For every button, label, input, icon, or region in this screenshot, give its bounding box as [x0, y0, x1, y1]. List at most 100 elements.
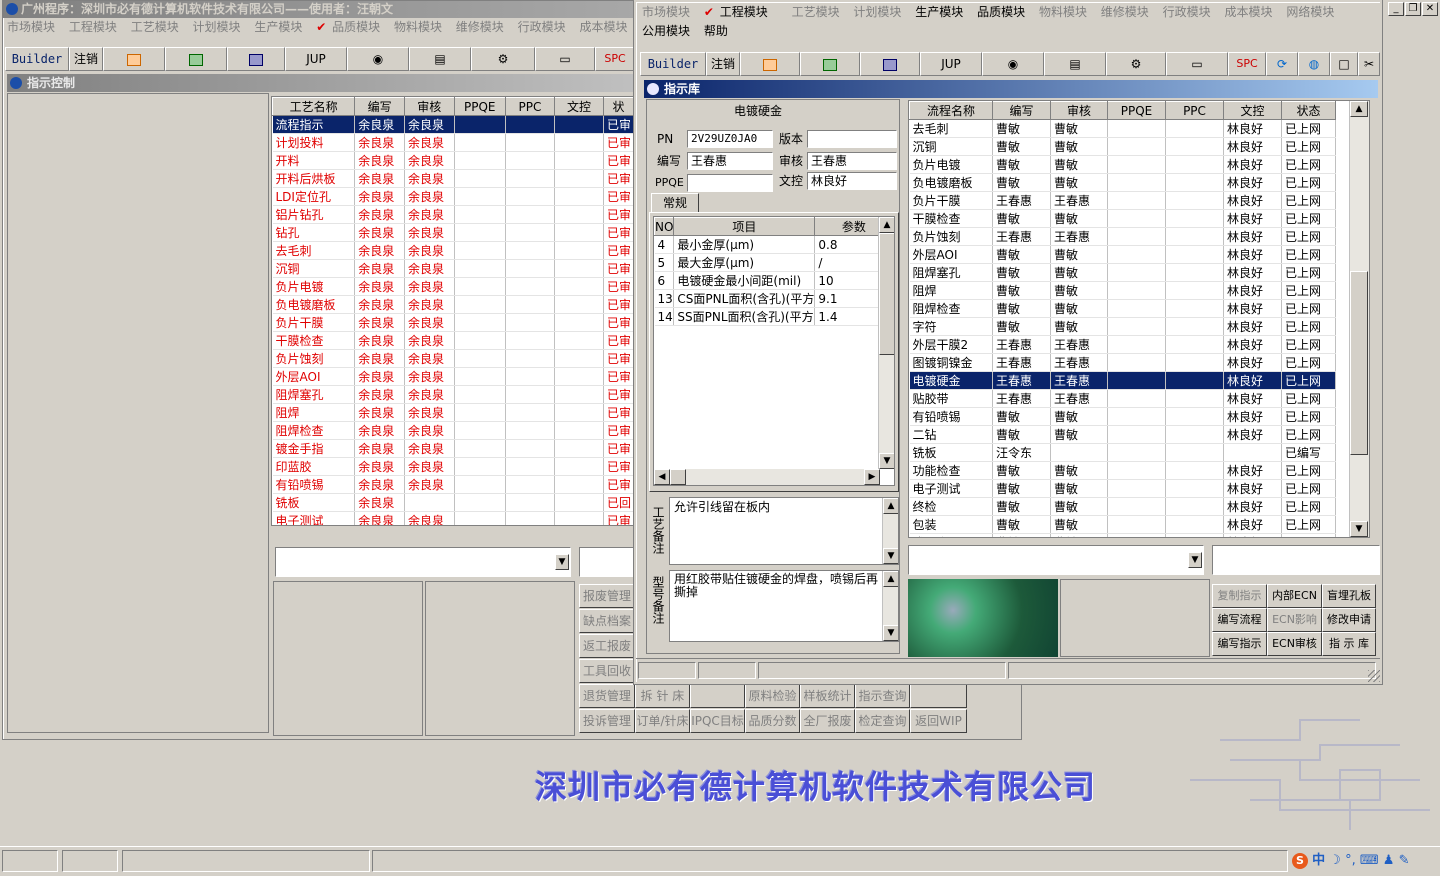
- process-list-row[interactable]: 负电镀磨板 曹敏 曹敏 林良好 已上网: [909, 173, 1336, 192]
- back-bottom-button[interactable]: [910, 684, 967, 708]
- back-grid-row[interactable]: 阻焊检查 余良泉 余良泉 已审: [272, 421, 634, 440]
- front-menu-help[interactable]: 帮助: [704, 24, 728, 38]
- process-list-row[interactable]: 电镀硬金 王春惠 王春惠 林良好 已上网: [909, 371, 1336, 390]
- front-menu-repair[interactable]: 维修模块: [1101, 5, 1149, 19]
- minimize-icon[interactable]: _: [1388, 2, 1404, 16]
- scroll-up-icon[interactable]: ▲: [883, 498, 898, 514]
- front-tools-button[interactable]: ✂: [1358, 52, 1380, 76]
- params-column-header[interactable]: NO: [654, 217, 675, 236]
- front-action-button[interactable]: 修改申请: [1322, 608, 1376, 632]
- back-grid-row[interactable]: 开料 余良泉 余良泉 已审: [272, 151, 634, 170]
- front-action-button[interactable]: 盲埋孔板: [1322, 584, 1376, 608]
- front-action-button[interactable]: 指 示 库: [1322, 632, 1376, 656]
- process-list-row[interactable]: 沉铜 曹敏 曹敏 林良好 已上网: [909, 137, 1336, 156]
- params-row[interactable]: 4 最小金厚(μm) 0.8: [654, 235, 894, 254]
- back-grid-column-header[interactable]: 状: [603, 97, 634, 116]
- punctuation-icon[interactable]: °,: [1345, 853, 1356, 868]
- version-field[interactable]: [807, 130, 897, 148]
- scroll-down-icon[interactable]: ▼: [883, 548, 898, 564]
- back-menu-admin[interactable]: 行政模块: [518, 20, 566, 34]
- back-grid-row[interactable]: 钻孔 余良泉 余良泉 已审: [272, 223, 634, 242]
- back-bottom-button[interactable]: IPQC目标: [690, 709, 745, 733]
- params-row[interactable]: 14 SS面PNL面积(含孔)(平方 1.4: [654, 307, 894, 326]
- process-list-vscroll[interactable]: ▲ ▼: [1349, 101, 1369, 537]
- front-action-button[interactable]: ECN影响: [1267, 608, 1322, 632]
- scroll-up-icon[interactable]: ▲: [879, 217, 894, 233]
- back-grid-row[interactable]: 流程指示 余良泉 余良泉 已审: [272, 115, 634, 134]
- process-list-row[interactable]: 成品仓曹敏曹敏林良好已上网: [909, 533, 1336, 537]
- model-note-box[interactable]: 用红胶带贴住镀硬金的焊盘，喷锡后再撕掉 ▲ ▼: [669, 570, 899, 642]
- front-menu-common[interactable]: 公用模块: [642, 24, 690, 38]
- front-menu-market[interactable]: 市场模块: [642, 5, 690, 19]
- model-note-scroll[interactable]: ▲ ▼: [882, 571, 898, 641]
- front-menu-network[interactable]: 网络模块: [1286, 5, 1334, 19]
- back-network-button[interactable]: ⚙: [471, 47, 535, 71]
- moon-icon[interactable]: ☽: [1329, 853, 1341, 868]
- params-scroll-thumb[interactable]: [879, 233, 894, 355]
- front-menu-production[interactable]: 生产模块: [915, 5, 963, 19]
- process-note-scroll[interactable]: ▲ ▼: [882, 498, 898, 564]
- front-menu-cost[interactable]: 成本模块: [1224, 5, 1272, 19]
- back-jup-button[interactable]: JUP: [285, 47, 347, 71]
- back-menu-production[interactable]: 生产模块: [254, 20, 302, 34]
- back-side-button[interactable]: 返工报废: [579, 634, 635, 658]
- front-computer-button[interactable]: ▭: [1166, 52, 1228, 76]
- process-list-row[interactable]: 二钻 曹敏 曹敏 林良好 已上网: [909, 425, 1336, 444]
- front-menu-quality[interactable]: 品质模块: [977, 5, 1025, 19]
- process-list-row[interactable]: 功能检查 曹敏 曹敏 林良好 已上网: [909, 461, 1336, 480]
- back-grid-row[interactable]: 电子测试 余良泉 余良泉 已审: [272, 511, 634, 525]
- process-list-row[interactable]: 负片电镀 曹敏 曹敏 林良好 已上网: [909, 155, 1336, 174]
- back-combo-2[interactable]: [579, 547, 637, 577]
- front-menu-process[interactable]: 工艺模块: [792, 5, 840, 19]
- doc-field[interactable]: 林良好: [807, 172, 897, 190]
- back-menu-engineering[interactable]: 工程模块: [69, 20, 117, 34]
- process-list-row[interactable]: 图镀铜镍金 王春惠 王春惠 林良好 已上网: [909, 353, 1336, 372]
- params-column-header[interactable]: 项目: [673, 217, 816, 236]
- front-action-button[interactable]: 编写指示: [1212, 632, 1267, 656]
- pn-field[interactable]: 2V29UZ0JA0: [687, 130, 773, 148]
- params-row[interactable]: 6 电镀硬金最小间距(mil) 10: [654, 271, 894, 290]
- params-hscroll-thumb[interactable]: [670, 469, 686, 485]
- back-grid-row[interactable]: 有铅喷锡 余良泉 余良泉 已审: [272, 475, 634, 494]
- scroll-down-icon[interactable]: ▼: [879, 453, 894, 469]
- front-menu-material[interactable]: 物料模块: [1039, 5, 1087, 19]
- back-menu-process[interactable]: 工艺模块: [131, 20, 179, 34]
- process-list-row[interactable]: 铣板 汪令东 已编写: [909, 443, 1336, 462]
- back-bottom-button[interactable]: 样板统计: [800, 684, 855, 708]
- front-action-button[interactable]: 内部ECN: [1267, 584, 1322, 608]
- front-jup-button[interactable]: JUP: [920, 52, 982, 76]
- front-action-button[interactable]: 编写流程: [1212, 608, 1267, 632]
- back-builder-button[interactable]: Builder: [5, 47, 69, 71]
- ime-chinese-label[interactable]: 中: [1312, 853, 1325, 868]
- front-globe-button[interactable]: ◍: [1298, 52, 1330, 76]
- back-menu-cost[interactable]: 成本模块: [579, 20, 627, 34]
- reviewer-field[interactable]: 王春惠: [807, 152, 897, 170]
- params-vscroll[interactable]: ▲ ▼: [878, 217, 894, 469]
- process-list-row[interactable]: 阻焊 曹敏 曹敏 林良好 已上网: [909, 281, 1336, 300]
- process-list-column-header[interactable]: PPQE: [1107, 101, 1166, 120]
- back-logout-button[interactable]: 注销: [69, 47, 103, 71]
- back-bottom-button[interactable]: 指示查询: [855, 684, 910, 708]
- back-grid-row[interactable]: 铣板 余良泉 已回: [272, 493, 634, 512]
- front-action-button[interactable]: 复制指示: [1212, 584, 1267, 608]
- back-grid-row[interactable]: 开料后烘板 余良泉 余良泉 已审: [272, 169, 634, 188]
- process-list-row[interactable]: 阻焊塞孔 曹敏 曹敏 林良好 已上网: [909, 263, 1336, 282]
- back-view-button[interactable]: ◉: [347, 47, 409, 71]
- back-bottom-button[interactable]: 原料检验: [745, 684, 800, 708]
- back-bottom-button[interactable]: [690, 684, 745, 708]
- front-combo-1[interactable]: ▼: [908, 545, 1204, 575]
- back-side-button[interactable]: 缺点档案: [579, 609, 635, 633]
- back-side-button[interactable]: 工具回收: [579, 659, 635, 683]
- back-grid-column-header[interactable]: 编写: [354, 97, 405, 116]
- process-list-row[interactable]: 负片蚀刻 王春惠 王春惠 林良好 已上网: [909, 227, 1336, 246]
- wrench-icon[interactable]: ✎: [1399, 853, 1410, 868]
- back-grid-row[interactable]: 负电镀磨板 余良泉 余良泉 已审: [272, 295, 634, 314]
- front-logout-button[interactable]: 注销: [706, 52, 740, 76]
- process-list-column-header[interactable]: 审核: [1050, 101, 1108, 120]
- process-list-row[interactable]: 负片干膜 王春惠 王春惠 林良好 已上网: [909, 191, 1336, 210]
- process-note-box[interactable]: 允许引线留在板内 ▲ ▼: [669, 497, 899, 565]
- back-grid-row[interactable]: 镀金手指 余良泉 余良泉 已审: [272, 439, 634, 458]
- resize-grip-icon[interactable]: [1368, 670, 1380, 682]
- back-bottom-button[interactable]: 品质分数: [745, 709, 800, 733]
- front-builder-button[interactable]: Builder: [640, 52, 706, 76]
